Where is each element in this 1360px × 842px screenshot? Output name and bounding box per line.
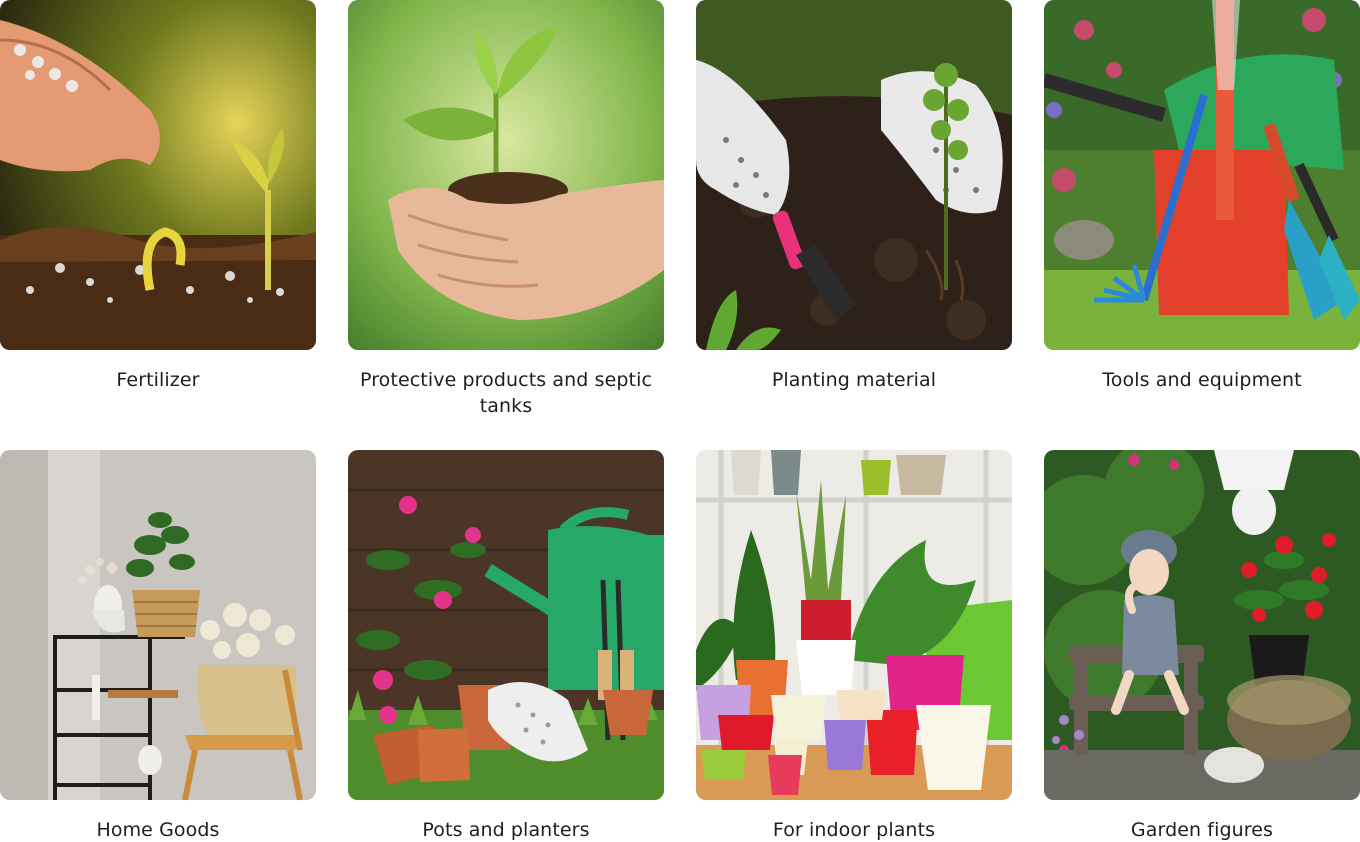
category-label: For indoor plants	[772, 819, 936, 841]
category-card-fertilizer[interactable]: Fertilizer	[0, 0, 316, 393]
category-card-planting-material[interactable]: Planting material	[696, 0, 1012, 393]
category-grid: Fertilizer Protective products and septi…	[0, 0, 1360, 842]
category-label: Tools and equipment	[1102, 369, 1302, 391]
fertilizer-photo[interactable]	[0, 0, 316, 350]
category-card-indoor-plants[interactable]: For indoor plants	[696, 450, 1012, 842]
pots-watering-can-photo[interactable]	[348, 450, 664, 800]
garden-tools-photo[interactable]	[1044, 0, 1360, 350]
garden-figurine-photo[interactable]	[1044, 450, 1360, 800]
category-card-home-goods[interactable]: Home Goods	[0, 450, 316, 842]
category-card-protective-products[interactable]: Protective products and septic tanks	[348, 0, 664, 419]
category-card-tools-equipment[interactable]: Tools and equipment	[1044, 0, 1360, 393]
home-decor-shelf-photo[interactable]	[0, 450, 316, 800]
category-card-pots-planters[interactable]: Pots and planters	[348, 450, 664, 842]
category-label: Pots and planters	[422, 819, 590, 841]
seedling-in-hands-photo[interactable]	[348, 0, 664, 350]
category-label: Planting material	[771, 369, 937, 391]
category-label: Garden figures	[1130, 819, 1274, 841]
indoor-plant-pots-photo[interactable]	[696, 450, 1012, 800]
category-card-garden-figures[interactable]: Garden figures	[1044, 450, 1360, 842]
category-label: Home Goods	[96, 819, 220, 841]
planting-seedling-photo[interactable]	[696, 0, 1012, 350]
category-label: Protective products and septic tanks	[359, 369, 653, 417]
category-label: Fertilizer	[116, 369, 200, 391]
